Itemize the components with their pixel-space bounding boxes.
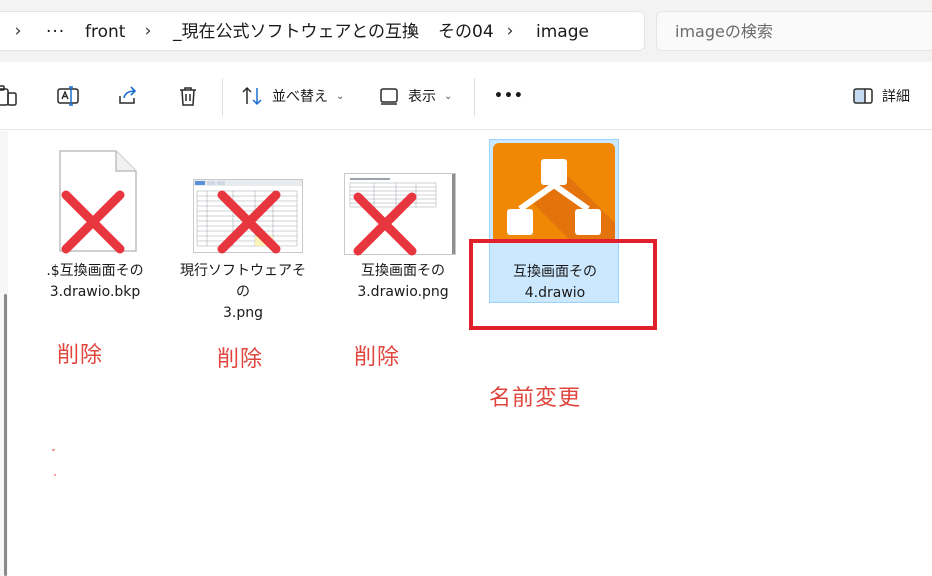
view-icon (380, 88, 398, 105)
file-item[interactable]: .$互換画面その 3.drawio.bkp (30, 139, 160, 303)
drawio-icon (493, 143, 615, 243)
sort-icon (242, 86, 262, 106)
stray-mark (52, 449, 55, 451)
scrollbar[interactable] (4, 294, 7, 576)
delete-mark-icon (217, 190, 281, 254)
file-name-line: 3.png (222, 305, 263, 321)
highlight-box (469, 239, 657, 330)
file-item[interactable]: 現行ソフトウェアその 3.png (178, 139, 308, 321)
share-button[interactable] (116, 78, 140, 114)
file-name: .$互換画面その 3.drawio.bkp (30, 261, 160, 303)
address-bar-row: › ··· front › _現在公式ソフトウェアとの互換 › その04 › i… (0, 0, 932, 62)
more-icon: ••• (494, 88, 524, 104)
toolbar-divider (474, 78, 475, 116)
more-options-button[interactable]: ••• (494, 78, 524, 114)
delete-button[interactable] (176, 78, 200, 114)
rename-button[interactable] (56, 78, 80, 114)
paste-button[interactable] (0, 78, 18, 114)
delete-mark-icon (353, 192, 417, 256)
file-name-line: 現行ソフトウェアその (180, 263, 306, 300)
breadcrumb-item-image[interactable]: image (536, 21, 589, 43)
chevron-down-icon: ⌄ (444, 90, 453, 102)
chevron-right-icon[interactable]: › (502, 20, 518, 42)
chevron-down-icon: ⌄ (336, 90, 345, 102)
file-name-line: 互換画面その (361, 263, 445, 279)
sort-label: 並べ替え (272, 89, 328, 105)
delete-annotation: 削除 (354, 345, 401, 370)
chevron-right-icon[interactable]: › (140, 20, 156, 42)
breadcrumb[interactable]: › ··· front › _現在公式ソフトウェアとの互換 › その04 › i… (0, 11, 645, 51)
details-label: 詳細 (882, 89, 910, 105)
view-button[interactable]: 表示 ⌄ (378, 78, 452, 114)
chevron-right-icon[interactable]: › (10, 20, 26, 42)
details-button[interactable]: 詳細 (852, 78, 910, 114)
chevron-right-icon[interactable]: › (404, 20, 420, 42)
delete-annotation: 削除 (57, 343, 104, 368)
file-name: 互換画面その 3.drawio.png (338, 261, 468, 303)
clipboard-icon (0, 85, 17, 106)
command-bar: 並べ替え ⌄ 表示 ⌄ ••• 詳細 (0, 62, 932, 130)
breadcrumb-item-compat[interactable]: _現在公式ソフトウェアとの互換 (173, 21, 419, 43)
sort-button[interactable]: 並べ替え ⌄ (240, 78, 344, 114)
navigation-pane-edge (0, 131, 8, 576)
toolbar-divider (222, 78, 223, 116)
breadcrumb-item-sono04[interactable]: その04 (438, 21, 494, 43)
share-icon (119, 86, 137, 104)
file-name-line: 3.drawio.bkp (49, 284, 141, 300)
stray-mark (54, 474, 56, 476)
details-pane-icon (853, 88, 873, 104)
trash-icon (180, 87, 196, 106)
delete-mark-icon (61, 190, 125, 254)
view-label: 表示 (408, 89, 436, 105)
breadcrumb-overflow-button[interactable]: ··· (46, 21, 65, 43)
file-name-line: .$互換画面その (46, 263, 144, 279)
search-placeholder: imageの検索 (675, 22, 773, 41)
breadcrumb-item-front[interactable]: front (85, 21, 125, 43)
file-name-line: 3.drawio.png (357, 284, 449, 300)
rename-annotation: 名前変更 (489, 386, 582, 411)
file-name: 現行ソフトウェアその 3.png (178, 261, 308, 324)
file-item[interactable]: 互換画面その 3.drawio.png (338, 139, 468, 303)
rename-icon (57, 86, 79, 106)
search-input[interactable]: imageの検索 (656, 11, 932, 51)
delete-annotation: 削除 (217, 347, 264, 372)
